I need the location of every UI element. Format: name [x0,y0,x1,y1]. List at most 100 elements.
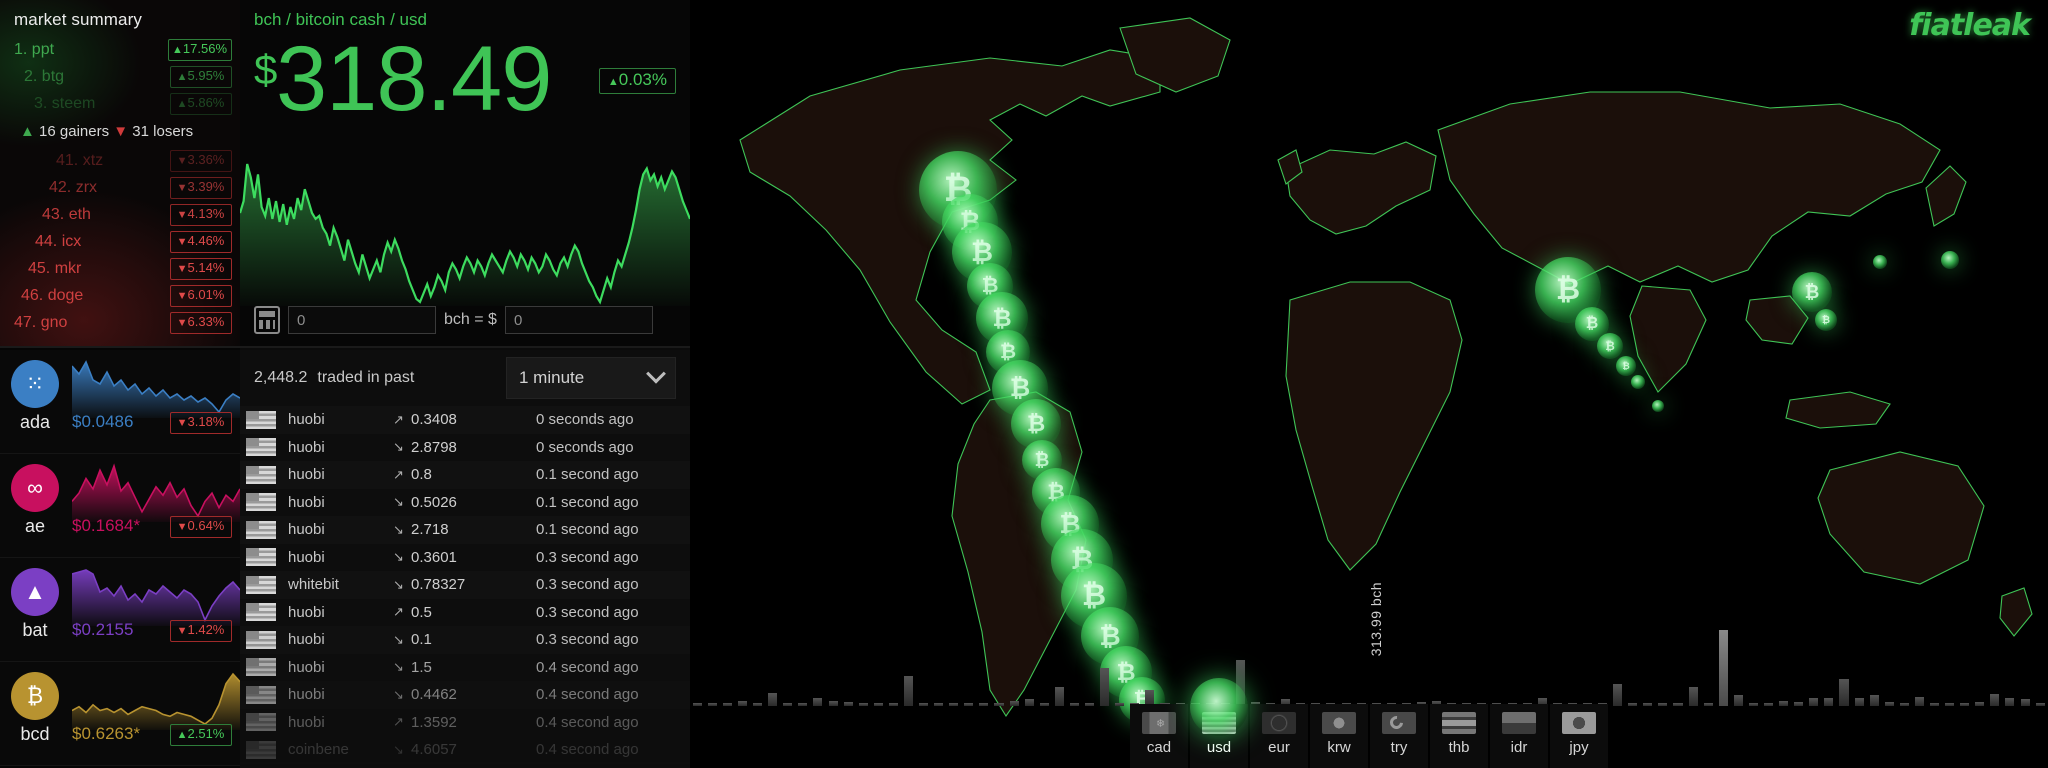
trade-row[interactable]: huobi↗0.50.3 second ago [240,599,690,627]
trade-exchange: coinbene [288,741,393,758]
histogram-bar [1236,660,1245,706]
market-summary-row[interactable]: 2. btg ▲5.95% [0,63,240,90]
coin-change-value: 1.42% [188,622,225,637]
coin-symbol: bat [0,620,70,641]
coin-change-badge: ▼1.42% [170,620,232,642]
trade-row[interactable]: huobi↘2.87980 seconds ago [240,434,690,462]
arrow-up-right-icon: ↗ [393,412,411,428]
market-summary-row[interactable]: 1. ppt▲17.56% [0,36,240,63]
histogram-bar [1643,703,1652,706]
currency-tab-thb[interactable]: thb [1430,704,1488,768]
triangle-up-icon: ▲ [177,71,188,83]
histogram-bar [979,703,988,706]
change-value: 5.14% [188,260,225,275]
landmass-11 [1926,166,1966,226]
currency-label: jpy [1569,739,1588,756]
coin-card[interactable]: ₿bcd$0.6263*▲2.51% [0,662,240,766]
histogram-bar [1734,695,1743,706]
currency-tab-usd[interactable]: usd [1190,704,1248,768]
trade-row[interactable]: huobi↘0.50260.1 second ago [240,489,690,517]
losers-count: 31 losers [132,123,193,140]
gainers-list: 1. ppt▲17.56% 2. btg ▲5.95%3. steem▲5.86% [0,36,240,117]
trade-row[interactable]: huobi↗1.35920.4 second ago [240,709,690,737]
market-summary-row[interactable]: 47. gno▼6.33% [0,309,240,336]
change-badge: ▼6.01% [170,285,232,307]
currency-tab-idr[interactable]: idr [1490,704,1548,768]
triangle-down-icon: ▼ [177,209,188,221]
market-summary-row[interactable]: 43. eth▼4.13% [0,201,240,228]
trade-time: 0.1 second ago [536,466,639,483]
arrow-down-right-icon: ↘ [393,494,411,510]
histogram-bar [768,693,777,707]
change-value: 6.01% [188,287,225,302]
histogram-bar [1100,668,1109,706]
us-flag-icon [246,686,276,704]
coin-rank: 2. btg [24,68,64,86]
change-value: 17.56% [183,41,227,56]
converter-result-input[interactable] [505,306,653,334]
arrow-down-right-icon: ↘ [393,577,411,593]
trade-amount: 0.78327 [411,576,536,593]
currency-tab-eur[interactable]: eur [1250,704,1308,768]
change-badge: ▲5.95% [170,66,232,88]
us-flag-icon [246,631,276,649]
price-converter: bch = $ [240,302,690,338]
trade-row[interactable]: coinbene↘4.60570.4 second ago [240,736,690,764]
landmass-10 [2000,588,2032,636]
trade-exchange: huobi [288,631,393,648]
us-flag-icon [246,658,276,676]
histogram-bar [1613,684,1622,706]
currency-selector-bar[interactable]: ❄cadusdeurkrwtry thb idr jpy [1130,704,1608,768]
crescent-icon [1387,713,1405,731]
trade-row[interactable]: huobi↗0.80.1 second ago [240,461,690,489]
histogram-bar [1040,703,1049,706]
arrow-down-right-icon: ↘ [393,687,411,703]
trade-row[interactable]: huobi↘0.36010.3 second ago [240,544,690,572]
currency-tab-krw[interactable]: krw [1310,704,1368,768]
coin-rank: 42. zrx [49,179,97,197]
trade-row[interactable]: huobi↘1.50.4 second ago [240,654,690,682]
price-panel: bch / bitcoin cash / usd $ 318.49 ▲0.03% [240,0,690,348]
triangle-down-icon: ▼ [177,236,188,248]
market-summary-row[interactable]: 44. icx▼4.46% [0,228,240,255]
histogram-bar [1658,703,1667,706]
converter-amount-input[interactable] [288,306,436,334]
trade-row[interactable]: huobi↗0.34080 seconds ago [240,406,690,434]
histogram-bar [1855,698,1864,706]
coin-card[interactable]: ∞ae$0.1684*▼0.64% [0,454,240,558]
bat-logo-icon: ▲ [11,568,59,616]
trade-row[interactable]: huobi↘0.44620.4 second ago [240,681,690,709]
world-map-panel[interactable]: ₿₿₿₿₿₿₿₿₿₿₿₿₿₿₿₿₿₿₿₿₿₿ 313.99 bch fiatle… [690,0,2048,768]
triangle-down-icon: ▼ [177,521,188,533]
coin-card[interactable]: ⁙ada$0.0486▼3.18% [0,350,240,454]
market-summary-row[interactable]: 42. zrx▼3.39% [0,174,240,201]
market-summary-row[interactable]: 3. steem▲5.86% [0,90,240,117]
us-flag-icon [246,741,276,759]
coin-card[interactable]: ▲ bat$0.2155 ▼1.42% [0,558,240,662]
coin-rank: 3. steem [34,95,95,113]
landmass-4 [1286,142,1436,234]
trade-row[interactable]: huobi↘0.10.3 second ago [240,626,690,654]
change-value: 3.36% [188,152,225,167]
interval-select[interactable]: 1 minute [506,357,676,399]
coin-sparkline [72,562,240,626]
gainers-count: 16 gainers [39,123,109,140]
currency-tab-cad[interactable]: ❄cad [1130,704,1188,768]
currency-label: thb [1449,739,1470,756]
market-summary-row[interactable]: 41. xtz▼3.36% [0,147,240,174]
landmass-3 [1286,282,1462,570]
histogram-bar [1990,694,1999,706]
map-bar-label: 313.99 bch [1368,582,1384,656]
transaction-bubble [1873,255,1887,269]
trade-exchange: huobi [288,494,393,511]
histogram-bar [994,703,1003,706]
arrow-down-right-icon: ↘ [393,549,411,565]
currency-tab-jpy[interactable]: jpy [1550,704,1608,768]
market-summary-row[interactable]: 45. mkr▼5.14% [0,255,240,282]
coin-price: $0.2155 [72,620,133,640]
trade-time: 0.1 second ago [536,494,639,511]
currency-tab-try[interactable]: try [1370,704,1428,768]
trade-row[interactable]: whitebit↘0.783270.3 second ago [240,571,690,599]
market-summary-row[interactable]: 46. doge▼6.01% [0,282,240,309]
trade-row[interactable]: huobi↘2.7180.1 second ago [240,516,690,544]
